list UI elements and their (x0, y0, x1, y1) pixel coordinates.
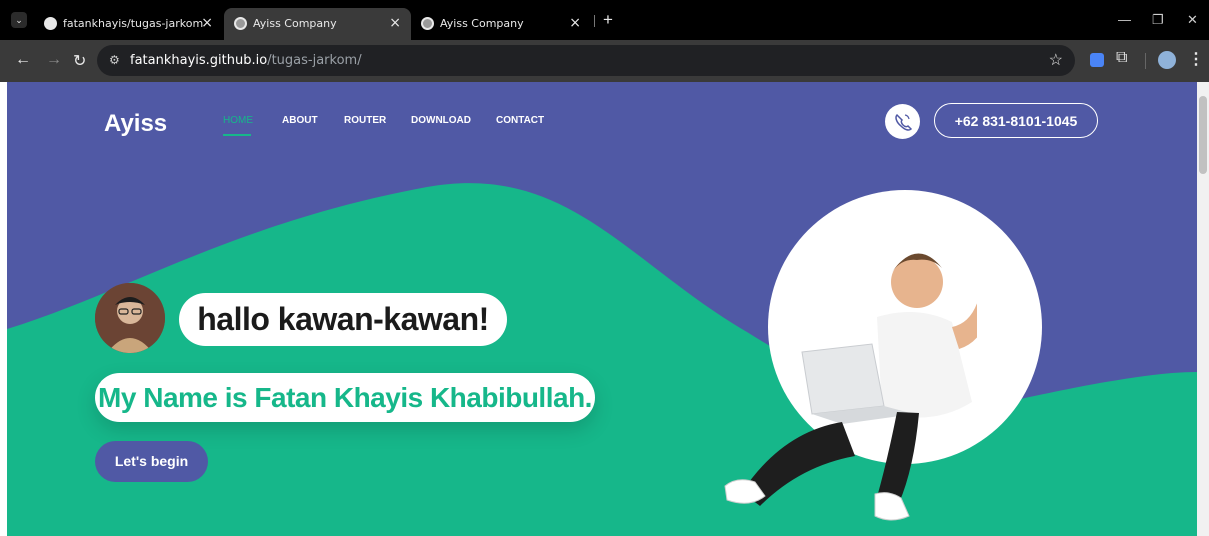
menu-icon[interactable]: ⋮ (1188, 49, 1204, 69)
toolbar-separator (1145, 53, 1146, 69)
nav-home[interactable]: HOME (223, 115, 253, 126)
hero-person-illustration (724, 253, 977, 521)
extension-icon[interactable] (1090, 53, 1104, 67)
address-bar[interactable]: ⚙ fatankhayis.github.io/tugas-jarkom/ ☆ (97, 45, 1075, 76)
extensions-puzzle-icon[interactable]: ⧉ (1116, 49, 1127, 67)
name-bubble: My Name is Fatan Khayis Khabibullah. (95, 373, 595, 422)
tab-separator (594, 15, 595, 27)
avatar (95, 283, 165, 353)
minimize-icon[interactable]: — (1118, 12, 1131, 27)
github-icon (44, 17, 57, 30)
lets-begin-button[interactable]: Let's begin (95, 441, 208, 482)
phone-number-button[interactable]: +62 831-8101-1045 (934, 103, 1098, 138)
nav-contact[interactable]: CONTACT (496, 115, 544, 126)
tab-ayiss[interactable]: Ayiss Company × (411, 8, 591, 40)
phone-icon (895, 113, 913, 131)
new-tab-button[interactable]: + (603, 11, 613, 28)
scrollbar-thumb[interactable] (1199, 96, 1207, 174)
reload-icon[interactable]: ↻ (73, 51, 86, 71)
site-logo[interactable]: Ayiss (104, 110, 167, 138)
phone-button[interactable] (885, 104, 920, 139)
tab-search-icon[interactable]: ⌄ (11, 12, 27, 28)
profile-avatar[interactable] (1158, 51, 1176, 69)
page-scrollbar[interactable] (1197, 82, 1209, 536)
globe-icon (421, 17, 434, 30)
restore-icon[interactable]: ❐ (1152, 12, 1164, 28)
avatar-photo (95, 283, 165, 353)
forward-icon[interactable]: → (46, 51, 62, 69)
nav-about[interactable]: ABOUT (282, 115, 318, 126)
close-icon[interactable]: × (569, 15, 581, 31)
page-viewport: Ayiss HOME ABOUT ROUTER DOWNLOAD CONTACT… (7, 82, 1197, 536)
browser-toolbar: ← → ↻ ⚙ fatankhayis.github.io/tugas-jark… (0, 40, 1209, 82)
close-icon[interactable]: × (389, 15, 401, 31)
tab-title: fatankhayis/tugas-jarkom (63, 17, 204, 30)
browser-tab-strip: ⌄ fatankhayis/tugas-jarkom × Ayiss Compa… (0, 0, 1209, 40)
tab-github[interactable]: fatankhayis/tugas-jarkom × (34, 8, 223, 40)
tab-title: Ayiss Company (253, 17, 337, 30)
back-icon[interactable]: ← (15, 51, 31, 69)
tab-ayiss-active[interactable]: Ayiss Company × (224, 8, 411, 40)
globe-icon (234, 17, 247, 30)
url-text: fatankhayis.github.io/tugas-jarkom/ (130, 53, 362, 68)
site-info-icon[interactable]: ⚙ (109, 53, 120, 67)
nav-router[interactable]: ROUTER (344, 115, 386, 126)
close-icon[interactable]: × (201, 15, 213, 31)
greeting-bubble: hallo kawan-kawan! (179, 293, 507, 346)
close-window-icon[interactable]: ✕ (1187, 12, 1198, 28)
tab-title: Ayiss Company (440, 17, 524, 30)
nav-download[interactable]: DOWNLOAD (411, 115, 471, 126)
star-icon[interactable]: ☆ (1049, 50, 1063, 70)
nav-active-underline (223, 134, 251, 136)
